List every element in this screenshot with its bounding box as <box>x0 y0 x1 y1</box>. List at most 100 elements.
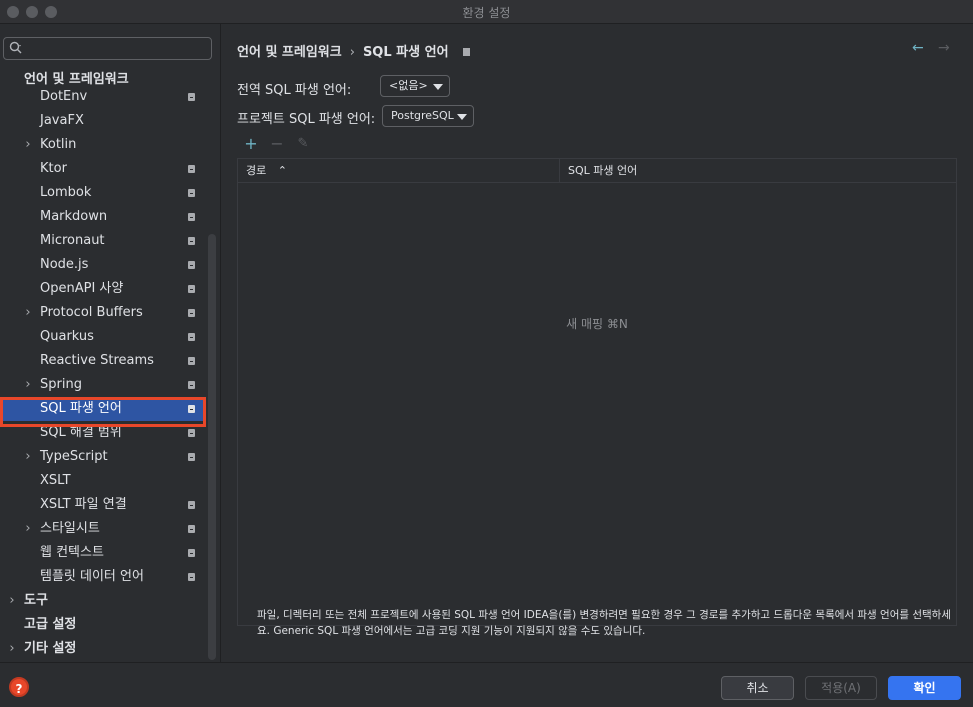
module-icon <box>188 93 195 101</box>
breadcrumb-separator: › <box>349 45 355 60</box>
column-dialect[interactable]: SQL 파생 언어 <box>559 159 956 183</box>
sidebar-item-label: XSLT 파일 연결 <box>40 497 127 512</box>
sidebar-item[interactable]: Lombok <box>0 181 205 205</box>
sidebar-item-label: Spring <box>40 377 82 392</box>
sidebar-item-label: Node.js <box>40 257 89 272</box>
window-title: 환경 설정 <box>462 6 511 20</box>
module-icon <box>188 285 195 293</box>
cancel-button[interactable]: 취소 <box>721 676 794 700</box>
sidebar-item[interactable]: 웹 컨텍스트 <box>0 541 205 565</box>
sidebar-item[interactable]: › 스타일시트 <box>0 517 205 541</box>
dialog-footer: ? 취소 적용(A) 확인 <box>0 662 973 707</box>
sidebar-item[interactable]: Micronaut <box>0 229 205 253</box>
chevron-right-icon[interactable]: › <box>22 301 34 325</box>
sidebar-item-label: TypeScript <box>40 449 108 464</box>
sidebar-item[interactable]: XSLT 파일 연결 <box>0 493 205 517</box>
column-path[interactable]: 경로 ⌃ <box>238 159 559 183</box>
forward-arrow-icon[interactable]: → <box>938 40 950 56</box>
sidebar-item[interactable]: OpenAPI 사양 <box>0 277 205 301</box>
module-icon <box>188 165 195 173</box>
remove-icon[interactable]: − <box>267 134 287 154</box>
chevron-right-icon[interactable]: › <box>6 589 18 613</box>
sidebar-item-label: DotEnv <box>40 89 88 104</box>
sidebar-item-label: Quarkus <box>40 329 94 344</box>
sort-ascending-icon: ⌃ <box>277 164 287 177</box>
sidebar-item-label: 스타일시트 <box>40 521 100 536</box>
column-path-label: 경로 <box>246 164 267 177</box>
sidebar-top-item[interactable]: 고급 설정 <box>0 613 205 637</box>
sidebar-top-item-label: 고급 설정 <box>24 617 77 632</box>
sidebar-scrollbar[interactable] <box>208 234 216 660</box>
module-icon <box>188 357 195 365</box>
mapping-toolbar: + − ✎ <box>237 134 957 156</box>
sidebar-item[interactable]: › Spring <box>0 373 205 397</box>
sidebar-item[interactable]: Quarkus <box>0 325 205 349</box>
project-dialect-label: 프로젝트 SQL 파생 언어: <box>237 112 376 127</box>
global-dialect-value: <없음> <box>389 79 428 92</box>
sidebar-item-label: Reactive Streams <box>40 353 154 368</box>
global-dialect-dropdown[interactable]: <없음> <box>380 75 450 97</box>
sidebar-item[interactable]: DotEnv <box>0 85 205 109</box>
module-icon <box>188 213 195 221</box>
sidebar-item-label: Ktor <box>40 161 67 176</box>
module-icon <box>188 453 195 461</box>
chevron-right-icon[interactable]: › <box>22 445 34 469</box>
table-header: 경로 ⌃ SQL 파생 언어 <box>238 159 956 183</box>
project-dialect-dropdown[interactable]: PostgreSQL <box>382 105 474 127</box>
mapping-table: 경로 ⌃ SQL 파생 언어 새 매핑 ⌘N <box>237 158 957 626</box>
chevron-down-icon <box>433 84 443 90</box>
back-arrow-icon[interactable]: ← <box>912 40 924 56</box>
sidebar-top-item[interactable]: › 도구 <box>0 589 205 613</box>
sidebar-item-label: Markdown <box>40 209 108 224</box>
sidebar-item[interactable]: Node.js <box>0 253 205 277</box>
sidebar-item-label: 웹 컨텍스트 <box>40 545 104 560</box>
search-input[interactable] <box>3 37 212 60</box>
main-panel: 언어 및 프레임워크 › SQL 파생 언어 ← → 전역 SQL 파생 언어: <… <box>222 24 973 662</box>
sidebar-item-label: Lombok <box>40 185 92 200</box>
sidebar-item[interactable]: 템플릿 데이터 언어 <box>0 565 205 589</box>
sidebar-item[interactable]: Reactive Streams <box>0 349 205 373</box>
sidebar-item[interactable]: JavaFX <box>0 109 205 133</box>
sidebar-item-label: Kotlin <box>40 137 77 152</box>
apply-button[interactable]: 적용(A) <box>805 676 877 700</box>
chevron-right-icon[interactable]: › <box>6 637 18 661</box>
chevron-down-icon <box>457 114 467 120</box>
help-icon[interactable]: ? <box>9 677 29 697</box>
title-bar: 환경 설정 <box>0 0 973 24</box>
add-icon[interactable]: + <box>241 134 261 154</box>
breadcrumb: 언어 및 프레임워크 › SQL 파생 언어 <box>237 41 470 60</box>
settings-sidebar: 언어 및 프레임워크 DotEnv JavaFX › Kotlin Ktor Lombok… <box>0 24 221 662</box>
sidebar-item-label: 템플릿 데이터 언어 <box>40 569 144 584</box>
sidebar-item[interactable]: Ktor <box>0 157 205 181</box>
breadcrumb-current: SQL 파생 언어 <box>362 45 449 60</box>
column-dialect-label: SQL 파생 언어 <box>568 164 638 177</box>
module-icon <box>188 501 195 509</box>
sidebar-item-label: XSLT <box>40 473 71 488</box>
chevron-right-icon[interactable]: › <box>22 517 34 541</box>
module-icon <box>188 429 195 437</box>
module-icon <box>462 48 470 56</box>
module-icon <box>188 573 195 581</box>
module-icon <box>188 333 195 341</box>
module-icon <box>188 549 195 557</box>
module-icon <box>188 525 195 533</box>
module-icon <box>188 381 195 389</box>
chevron-right-icon[interactable]: › <box>22 133 34 157</box>
sidebar-item[interactable]: › Kotlin <box>0 133 205 157</box>
sidebar-item[interactable]: XSLT <box>0 469 205 493</box>
edit-icon[interactable]: ✎ <box>293 134 313 154</box>
search-icon <box>9 41 22 54</box>
module-icon <box>188 189 195 197</box>
sidebar-item[interactable]: › Protocol Buffers <box>0 301 205 325</box>
breadcrumb-parent[interactable]: 언어 및 프레임워크 <box>237 45 342 60</box>
sidebar-top-item[interactable]: › 기타 설정 <box>0 637 205 661</box>
sidebar-item[interactable]: › TypeScript <box>0 445 205 469</box>
project-dialect-value: PostgreSQL <box>391 109 454 122</box>
empty-table-hint[interactable]: 새 매핑 ⌘N <box>238 315 956 332</box>
sidebar-item-label: JavaFX <box>40 113 84 128</box>
ok-button[interactable]: 확인 <box>888 676 961 700</box>
chevron-right-icon[interactable]: › <box>22 373 34 397</box>
description-text: 파일, 디렉터리 또는 전체 프로젝트에 사용된 SQL 파생 언어 IDEA을… <box>257 609 951 637</box>
global-dialect-label: 전역 SQL 파생 언어: <box>237 83 352 98</box>
sidebar-item[interactable]: Markdown <box>0 205 205 229</box>
